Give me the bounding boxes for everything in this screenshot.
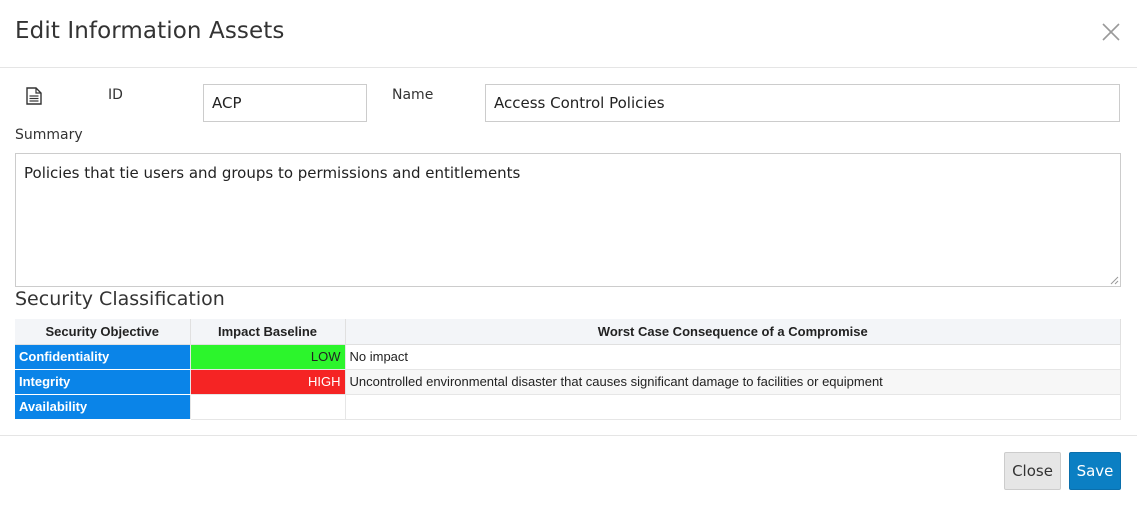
consequence-cell[interactable]: No impact [345,344,1121,370]
close-button[interactable]: Close [1004,452,1061,490]
close-icon[interactable] [1099,20,1123,44]
consequence-cell[interactable]: Uncontrolled environmental disaster that… [345,369,1121,395]
table-row: Availability [15,394,1121,420]
security-classification-title: Security Classification [15,288,225,310]
table-header-row: Security Objective Impact Baseline Worst… [15,319,1121,345]
summary-text: Policies that tie users and groups to pe… [24,164,521,182]
document-icon [26,87,42,105]
id-input[interactable]: ACP [203,84,367,122]
resize-grip-icon[interactable] [1109,275,1119,285]
save-button[interactable]: Save [1069,452,1121,490]
objective-cell: Availability [15,394,191,420]
impact-cell[interactable]: HIGH [190,369,346,395]
summary-label: Summary [15,127,83,143]
impact-cell[interactable]: LOW [190,344,346,370]
consequence-cell[interactable] [345,394,1121,420]
security-classification-table: Security Objective Impact Baseline Worst… [15,319,1121,420]
name-label: Name [392,87,434,103]
table-row: Confidentiality LOW No impact [15,344,1121,370]
objective-cell: Integrity [15,369,191,395]
summary-textarea[interactable]: Policies that tie users and groups to pe… [15,153,1121,287]
id-label: ID [108,87,123,103]
footer-divider [0,435,1137,436]
modal-header: Edit Information Assets [0,0,1137,68]
objective-cell: Confidentiality [15,344,191,370]
col-worst-case-consequence: Worst Case Consequence of a Compromise [345,319,1121,345]
name-input[interactable]: Access Control Policies [485,84,1120,122]
col-security-objective: Security Objective [15,319,191,345]
table-row: Integrity HIGH Uncontrolled environmenta… [15,369,1121,395]
col-impact-baseline: Impact Baseline [190,319,346,345]
impact-cell[interactable] [190,394,346,420]
modal-title: Edit Information Assets [15,18,285,44]
